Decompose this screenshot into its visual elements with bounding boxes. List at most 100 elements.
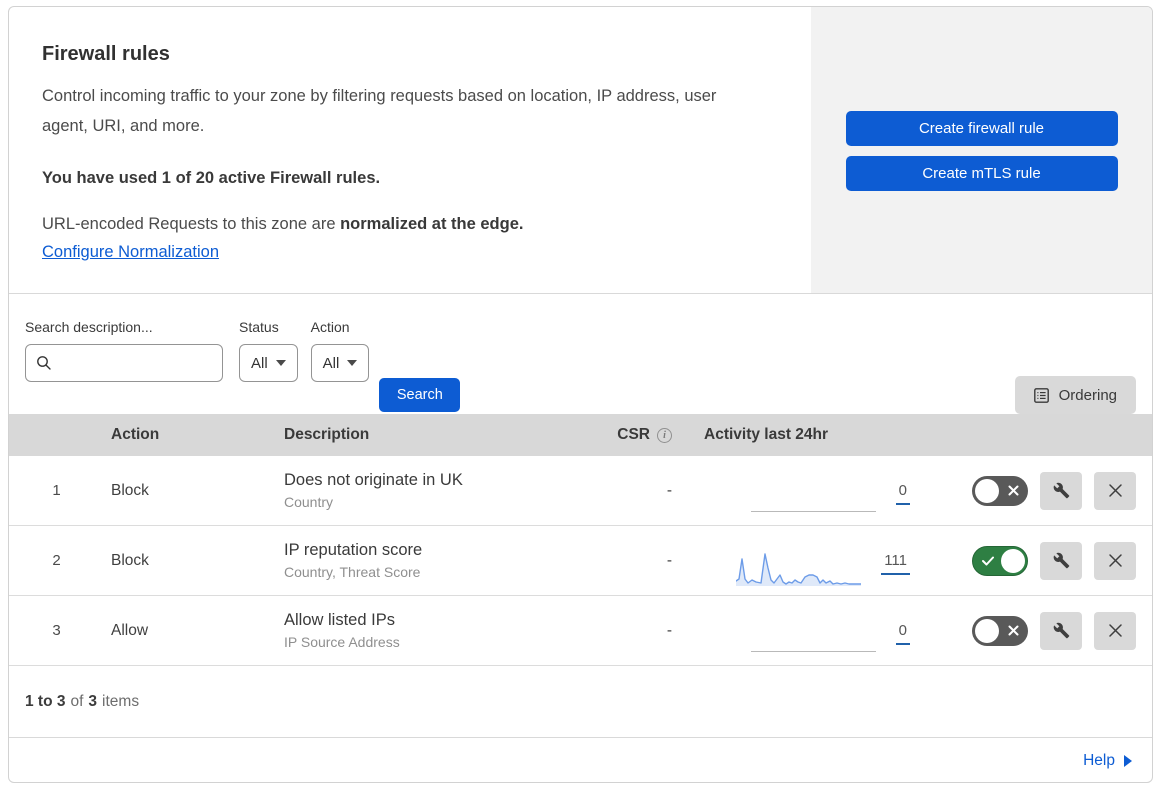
delete-rule-button[interactable] (1094, 541, 1136, 580)
column-csr-label: CSR (617, 426, 650, 443)
flat-activity-line (750, 650, 876, 652)
wrench-icon (1053, 622, 1069, 639)
ordering-button-label: Ordering (1058, 386, 1117, 404)
rule-action: Block (111, 551, 149, 569)
rule-controls (924, 471, 1152, 510)
filter-bar: Search description... Status All Action … (9, 294, 1152, 414)
firewall-rules-card: Firewall rules Control incoming traffic … (8, 6, 1153, 783)
edit-rule-button[interactable] (1040, 471, 1082, 510)
ordering-button[interactable]: Ordering (1014, 376, 1136, 414)
arrow-right-icon (1124, 754, 1132, 767)
rule-csr: - (666, 551, 672, 569)
rule-controls (924, 541, 1152, 580)
items-word: items (102, 692, 140, 710)
column-activity: Activity last 24hr (704, 426, 829, 443)
rule-activity-cell: 111 (684, 526, 924, 595)
rule-priority: 3 (52, 622, 61, 639)
action-filter-group: Action All (310, 319, 370, 382)
rule-priority: 1 (52, 482, 61, 499)
rule-description-cell: IP reputation score Country, Threat Scor… (277, 541, 589, 580)
column-description: Description (284, 426, 370, 443)
toggle-x-icon (1008, 625, 1019, 636)
toggle-knob (975, 478, 999, 503)
rule-fields: Country, Threat Score (284, 564, 421, 580)
delete-rule-button[interactable] (1094, 471, 1136, 510)
normalization-note-bold: normalized at the edge. (340, 215, 524, 233)
normalization-note-text: URL-encoded Requests to this zone are (42, 215, 341, 233)
status-select[interactable]: All (239, 344, 298, 382)
usage-summary: You have used 1 of 20 active Firewall ru… (42, 169, 381, 187)
delete-rule-button[interactable] (1094, 611, 1136, 650)
rule-fields: IP Source Address (284, 634, 400, 650)
activity-sparkline-flat (750, 620, 876, 656)
activity-count-link[interactable]: 0 (895, 622, 910, 645)
rule-csr: - (666, 481, 672, 499)
search-group: Search description... (25, 319, 223, 382)
toggle-knob (1001, 548, 1025, 573)
chevron-down-icon (275, 360, 286, 366)
wrench-icon (1053, 552, 1069, 569)
overview-text: Firewall rules Control incoming traffic … (9, 7, 811, 293)
close-icon (1108, 484, 1122, 497)
close-icon (1108, 554, 1122, 567)
rule-csr: - (666, 621, 672, 639)
create-mtls-rule-button[interactable]: Create mTLS rule (845, 156, 1118, 191)
toggle-knob (975, 618, 999, 643)
activity-count-link[interactable]: 0 (895, 482, 910, 505)
table-row: 2 Block IP reputation score Country, Thr… (9, 526, 1152, 596)
rule-description-cell: Does not originate in UK Country (277, 471, 589, 510)
create-firewall-rule-button[interactable]: Create firewall rule (845, 111, 1118, 146)
rule-title: Allow listed IPs (284, 611, 395, 629)
rule-controls (924, 611, 1152, 650)
action-select[interactable]: All (310, 344, 370, 382)
help-link[interactable]: Help (1083, 752, 1132, 770)
table-row: 3 Allow Allow listed IPs IP Source Addre… (9, 596, 1152, 666)
rule-enabled-toggle[interactable] (972, 545, 1028, 576)
rule-activity-cell: 0 (684, 596, 924, 665)
search-icon (37, 356, 51, 370)
rule-enabled-toggle[interactable] (972, 615, 1028, 646)
items-of: of (70, 692, 84, 710)
items-total: 3 (88, 692, 98, 710)
items-range: 1 to 3 (25, 692, 66, 710)
ordering-list-icon (1033, 387, 1049, 403)
table-header: Action Description CSR i Activity last 2… (9, 414, 1152, 456)
rule-title: Does not originate in UK (284, 471, 463, 489)
rule-enabled-toggle[interactable] (972, 475, 1028, 506)
page-description: Control incoming traffic to your zone by… (42, 87, 717, 135)
search-button[interactable]: Search (379, 378, 461, 412)
column-csr: CSR i (589, 426, 684, 444)
search-label: Search description... (25, 319, 153, 335)
status-label: Status (239, 319, 279, 335)
chevron-down-icon (347, 360, 358, 366)
table-row: 1 Block Does not originate in UK Country… (9, 456, 1152, 526)
overview-section: Firewall rules Control incoming traffic … (9, 7, 1152, 294)
column-action: Action (111, 426, 160, 443)
rule-description-cell: Allow listed IPs IP Source Address (277, 611, 589, 650)
page-title: Firewall rules (42, 43, 170, 65)
help-label: Help (1083, 751, 1115, 769)
toggle-check-icon (982, 556, 994, 566)
search-box[interactable] (25, 344, 223, 382)
info-icon[interactable]: i (657, 427, 672, 443)
action-select-value: All (322, 354, 340, 372)
configure-normalization-link[interactable]: Configure Normalization (42, 243, 219, 262)
search-input[interactable] (60, 354, 212, 372)
actions-panel: Create firewall rule Create mTLS rule (811, 7, 1152, 293)
toggle-x-icon (1008, 485, 1019, 496)
normalization-note: URL-encoded Requests to this zone are no… (42, 215, 761, 234)
rule-activity-cell: 0 (684, 456, 924, 525)
rule-action: Allow (111, 621, 149, 639)
edit-rule-button[interactable] (1040, 541, 1082, 580)
status-filter-group: Status All (239, 319, 298, 382)
activity-count-link[interactable]: 111 (881, 552, 910, 575)
activity-sparkline (736, 550, 862, 586)
flat-activity-line (750, 510, 876, 512)
help-footer: Help (9, 738, 1152, 782)
edit-rule-button[interactable] (1040, 611, 1082, 650)
action-label: Action (310, 319, 350, 335)
rule-priority: 2 (52, 552, 61, 569)
activity-sparkline-flat (750, 480, 876, 516)
close-icon (1108, 624, 1122, 637)
status-select-value: All (251, 354, 268, 372)
